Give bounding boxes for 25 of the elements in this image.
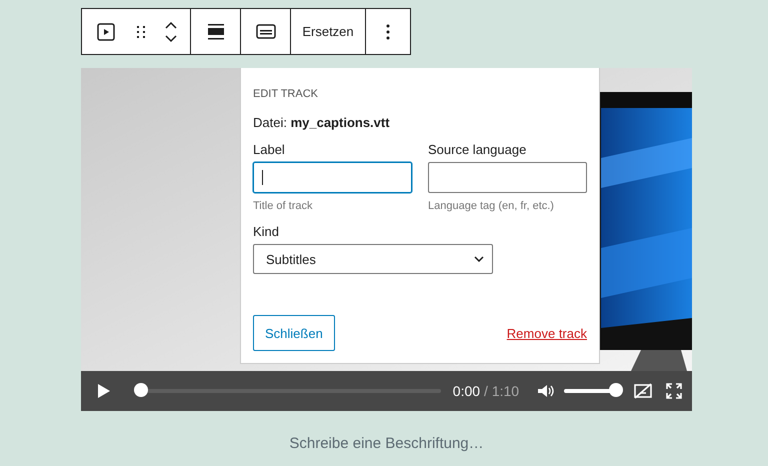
replace-button[interactable]: Ersetzen	[294, 9, 362, 54]
progress-thumb[interactable]	[134, 383, 148, 397]
play-icon[interactable]	[97, 383, 111, 399]
kind-select[interactable]: Subtitles	[253, 244, 493, 274]
fullscreen-icon[interactable]	[666, 383, 682, 399]
field-label: Source language	[428, 142, 528, 157]
field-label: Kind	[253, 224, 280, 239]
caption-placeholder[interactable]: Schreibe eine Beschriftung…	[289, 435, 484, 452]
volume-thumb[interactable]	[609, 383, 624, 397]
text-field[interactable]	[428, 162, 587, 193]
volume-icon[interactable]	[537, 384, 554, 398]
move-down-icon[interactable]	[164, 34, 177, 42]
help-text: Title of track	[253, 200, 314, 212]
remove-track-link[interactable]: Remove track	[506, 326, 587, 340]
chevron-down-icon	[474, 256, 484, 262]
popover-heading: EDIT TRACK	[253, 88, 319, 100]
field-label: Label	[253, 142, 286, 157]
captions-off-icon[interactable]	[634, 383, 652, 399]
current-time: 0:00	[452, 383, 480, 399]
file-name: Datei: my_captions.vtt	[253, 115, 391, 130]
text-field[interactable]	[253, 162, 412, 193]
help-text: Language tag (en, fr, etc.)	[428, 200, 555, 212]
move-up-icon[interactable]	[164, 20, 177, 28]
close-button[interactable]: Schließen	[253, 315, 335, 351]
duration: / 1:10	[484, 383, 520, 399]
